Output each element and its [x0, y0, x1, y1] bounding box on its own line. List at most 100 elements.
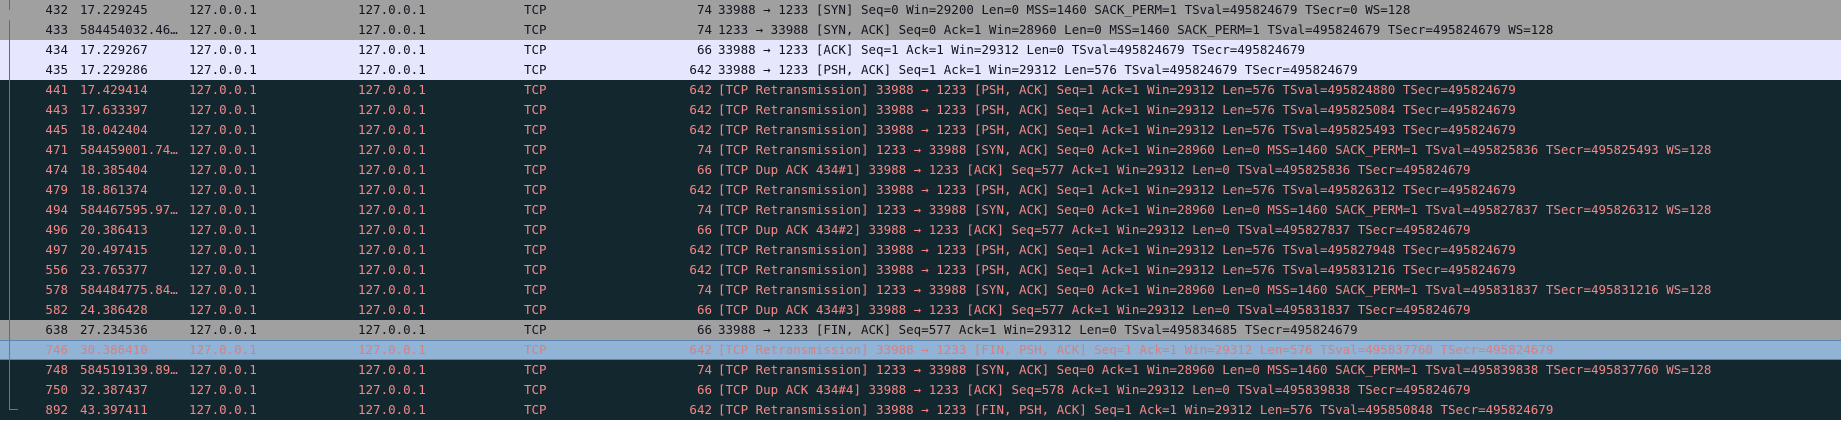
packet-source: 127.0.0.1 — [189, 182, 257, 197]
packet-row[interactable]: 441 17.429414 127.0.0.1 127.0.0.1 TCP 642 [TCP… — [0, 80, 1841, 100]
packet-row[interactable]: 638 27.234536 127.0.0.1 127.0.0.1 TCP 66 33988… — [0, 320, 1841, 340]
packet-time: 17.633397 — [80, 102, 148, 117]
packet-length: 642 — [689, 62, 712, 77]
selected-packet-row[interactable]: 746 30.386410 127.0.0.1 127.0.0.1 TCP 642 [TCP… — [0, 340, 1841, 360]
packet-info: 33988 → 1233 [FIN, ACK] Seq=577 Ack=1 Wi… — [718, 322, 1358, 337]
packet-protocol: TCP — [524, 62, 547, 77]
packet-length: 642 — [689, 102, 712, 117]
packet-number: 445 — [45, 122, 68, 137]
packet-info: [TCP Dup ACK 434#3] 33988 → 1233 [ACK] S… — [718, 302, 1471, 317]
packet-number: 433 — [45, 22, 68, 37]
packet-info: 33988 → 1233 [PSH, ACK] Seq=1 Ack=1 Win=… — [718, 62, 1358, 77]
packet-row[interactable]: 433 584454032.46… 127.0.0.1 127.0.0.1 TCP 74 1… — [0, 20, 1841, 40]
packet-length: 642 — [689, 402, 712, 417]
packet-protocol: TCP — [524, 402, 547, 417]
packet-destination: 127.0.0.1 — [358, 362, 426, 377]
packet-row[interactable]: 496 20.386413 127.0.0.1 127.0.0.1 TCP 66 [TCP … — [0, 220, 1841, 240]
packet-time: 23.765377 — [80, 262, 148, 277]
packet-destination: 127.0.0.1 — [358, 342, 426, 357]
packet-destination: 127.0.0.1 — [358, 382, 426, 397]
packet-source: 127.0.0.1 — [189, 122, 257, 137]
packet-length: 74 — [696, 282, 712, 297]
packet-row[interactable]: 556 23.765377 127.0.0.1 127.0.0.1 TCP 642 [TCP… — [0, 260, 1841, 280]
packet-source: 127.0.0.1 — [189, 242, 257, 257]
packet-time: 30.386410 — [80, 342, 148, 357]
packet-row[interactable]: 445 18.042404 127.0.0.1 127.0.0.1 TCP 642 [TCP… — [0, 120, 1841, 140]
packet-number: 432 — [45, 2, 68, 17]
packet-destination: 127.0.0.1 — [358, 142, 426, 157]
packet-destination: 127.0.0.1 — [358, 162, 426, 177]
packet-row[interactable]: 892 43.397411 127.0.0.1 127.0.0.1 TCP 642 [TCP… — [0, 400, 1841, 420]
packet-info: [TCP Retransmission] 1233 → 33988 [SYN, … — [718, 202, 1712, 217]
packet-length: 642 — [689, 82, 712, 97]
packet-row[interactable]: 434 17.229267 127.0.0.1 127.0.0.1 TCP 66 33988… — [0, 40, 1841, 60]
packet-source: 127.0.0.1 — [189, 162, 257, 177]
packet-info: [TCP Retransmission] 33988 → 1233 [PSH, … — [718, 122, 1516, 137]
packet-info: [TCP Retransmission] 33988 → 1233 [PSH, … — [718, 182, 1516, 197]
packet-number: 441 — [45, 82, 68, 97]
packet-time: 584454032.46… — [80, 22, 178, 37]
packet-length: 66 — [696, 322, 712, 337]
packet-number: 556 — [45, 262, 68, 277]
packet-row[interactable]: 578 584484775.84… 127.0.0.1 127.0.0.1 TCP 74 [… — [0, 280, 1841, 300]
packet-length: 74 — [696, 202, 712, 217]
packet-info: [TCP Retransmission] 1233 → 33988 [SYN, … — [718, 282, 1712, 297]
packet-length: 642 — [689, 122, 712, 137]
packet-source: 127.0.0.1 — [189, 362, 257, 377]
packet-number: 474 — [45, 162, 68, 177]
packet-time: 24.386428 — [80, 302, 148, 317]
packet-row[interactable]: 494 584467595.97… 127.0.0.1 127.0.0.1 TCP 74 [… — [0, 200, 1841, 220]
packet-protocol: TCP — [524, 42, 547, 57]
packet-number: 748 — [45, 362, 68, 377]
packet-protocol: TCP — [524, 102, 547, 117]
packet-destination: 127.0.0.1 — [358, 302, 426, 317]
packet-time: 43.397411 — [80, 402, 148, 417]
packet-length: 642 — [689, 242, 712, 257]
packet-row[interactable]: 474 18.385404 127.0.0.1 127.0.0.1 TCP 66 [TCP … — [0, 160, 1841, 180]
packet-number: 638 — [45, 322, 68, 337]
packet-length: 66 — [696, 222, 712, 237]
packet-row[interactable]: 582 24.386428 127.0.0.1 127.0.0.1 TCP 66 [TCP … — [0, 300, 1841, 320]
packet-length: 74 — [696, 2, 712, 17]
packet-destination: 127.0.0.1 — [358, 182, 426, 197]
packet-number: 434 — [45, 42, 68, 57]
packet-row[interactable]: 435 17.229286 127.0.0.1 127.0.0.1 TCP 642 3398… — [0, 60, 1841, 80]
packet-protocol: TCP — [524, 22, 547, 37]
packet-number: 578 — [45, 282, 68, 297]
packet-row[interactable]: 748 584519139.89… 127.0.0.1 127.0.0.1 TCP 74 [… — [0, 360, 1841, 380]
packet-destination: 127.0.0.1 — [358, 2, 426, 17]
packet-time: 584459001.74… — [80, 142, 178, 157]
packet-length: 66 — [696, 382, 712, 397]
packet-list[interactable]: 432 17.229245 127.0.0.1 127.0.0.1 TCP 74 33988… — [0, 0, 1841, 420]
packet-destination: 127.0.0.1 — [358, 262, 426, 277]
packet-number: 479 — [45, 182, 68, 197]
packet-row[interactable]: 443 17.633397 127.0.0.1 127.0.0.1 TCP 642 [TCP… — [0, 100, 1841, 120]
packet-protocol: TCP — [524, 242, 547, 257]
packet-info: 33988 → 1233 [ACK] Seq=1 Ack=1 Win=29312… — [718, 42, 1305, 57]
packet-info: [TCP Dup ACK 434#2] 33988 → 1233 [ACK] S… — [718, 222, 1471, 237]
packet-time: 17.429414 — [80, 82, 148, 97]
packet-source: 127.0.0.1 — [189, 62, 257, 77]
packet-source: 127.0.0.1 — [189, 102, 257, 117]
packet-number: 582 — [45, 302, 68, 317]
packet-source: 127.0.0.1 — [189, 142, 257, 157]
packet-info: 33988 → 1233 [SYN] Seq=0 Win=29200 Len=0… — [718, 2, 1411, 17]
packet-source: 127.0.0.1 — [189, 282, 257, 297]
packet-protocol: TCP — [524, 162, 547, 177]
packet-time: 27.234536 — [80, 322, 148, 337]
packet-number: 497 — [45, 242, 68, 257]
packet-time: 18.861374 — [80, 182, 148, 197]
packet-row[interactable]: 471 584459001.74… 127.0.0.1 127.0.0.1 TCP 74 [… — [0, 140, 1841, 160]
packet-row[interactable]: 479 18.861374 127.0.0.1 127.0.0.1 TCP 642 [TCP… — [0, 180, 1841, 200]
packet-protocol: TCP — [524, 362, 547, 377]
packet-row[interactable]: 432 17.229245 127.0.0.1 127.0.0.1 TCP 74 33988… — [0, 0, 1841, 20]
packet-length: 642 — [689, 342, 712, 357]
packet-source: 127.0.0.1 — [189, 42, 257, 57]
packet-protocol: TCP — [524, 82, 547, 97]
packet-length: 74 — [696, 142, 712, 157]
packet-row[interactable]: 750 32.387437 127.0.0.1 127.0.0.1 TCP 66 [TCP … — [0, 380, 1841, 400]
packet-length: 66 — [696, 302, 712, 317]
packet-row[interactable]: 497 20.497415 127.0.0.1 127.0.0.1 TCP 642 [TCP… — [0, 240, 1841, 260]
packet-destination: 127.0.0.1 — [358, 282, 426, 297]
packet-info: [TCP Retransmission] 33988 → 1233 [FIN, … — [718, 342, 1554, 357]
